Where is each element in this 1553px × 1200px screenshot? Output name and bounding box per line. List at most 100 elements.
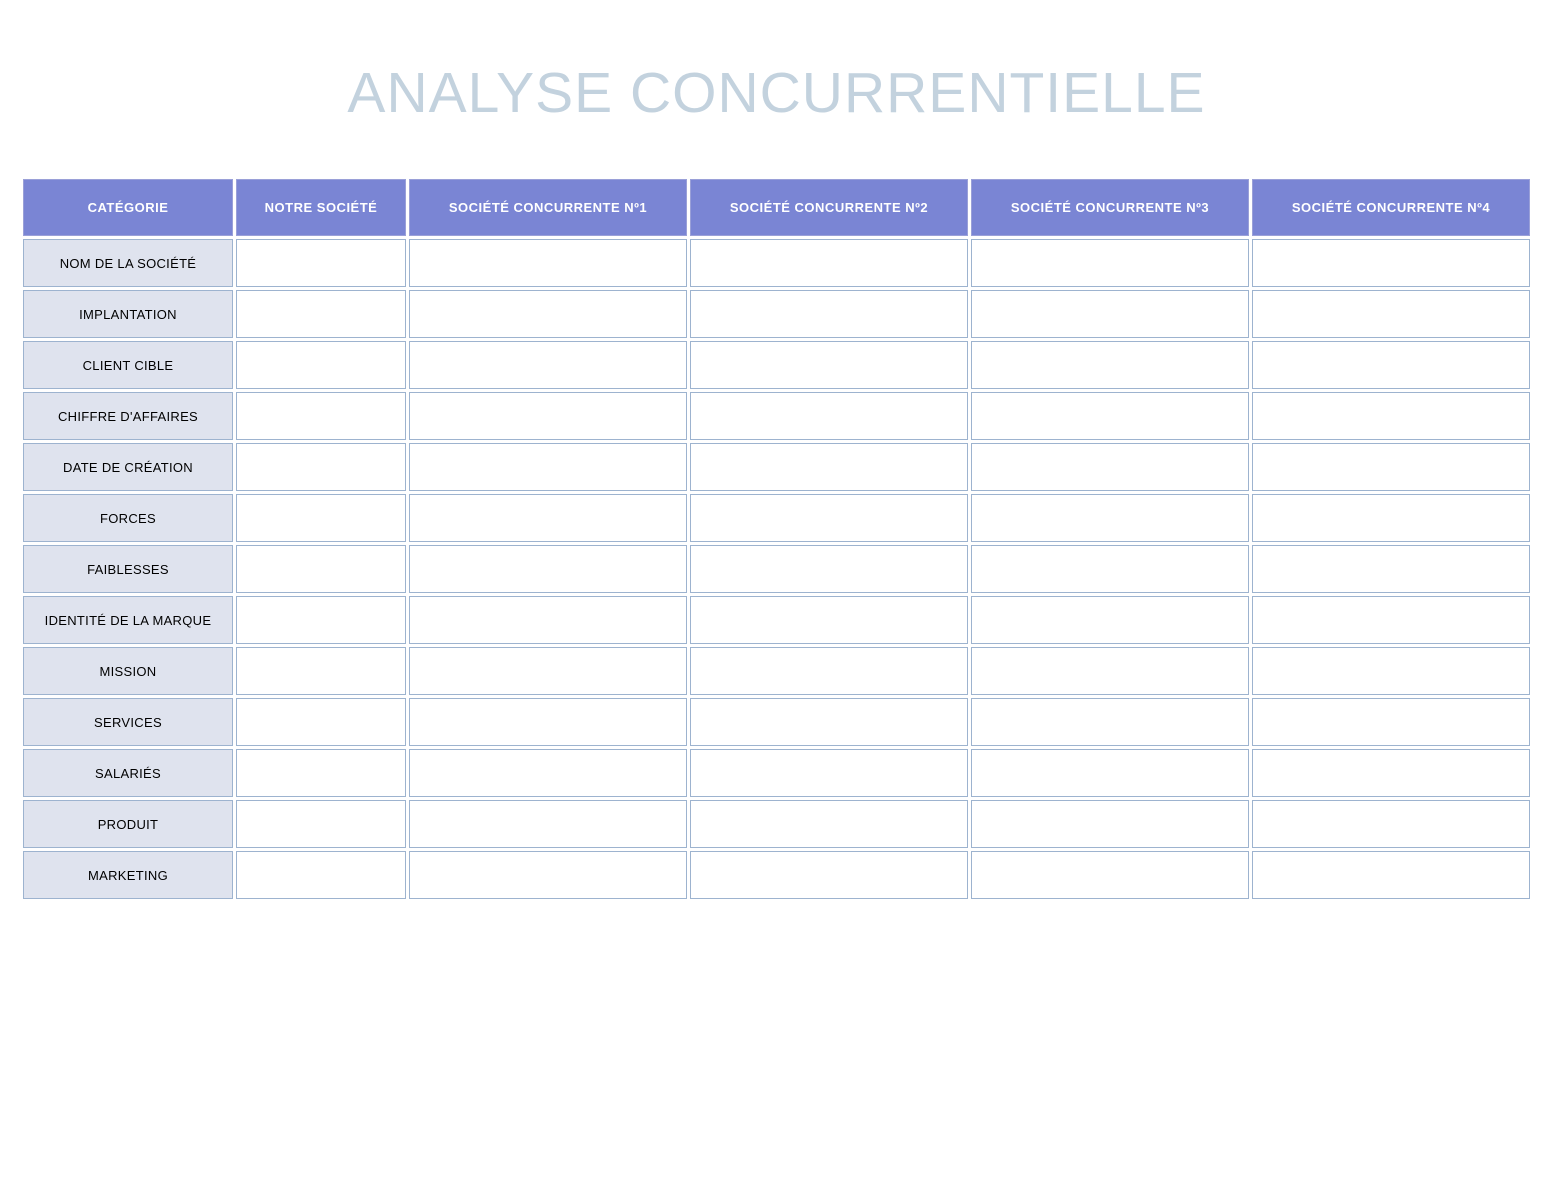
cell-ours[interactable] xyxy=(236,494,406,542)
cell-comp2[interactable] xyxy=(690,494,968,542)
document-page: ANALYSE CONCURRENTIELLE CATÉGORIE NOTRE … xyxy=(0,0,1553,942)
cell-comp3[interactable] xyxy=(971,647,1249,695)
cell-comp2[interactable] xyxy=(690,545,968,593)
cell-comp2[interactable] xyxy=(690,800,968,848)
row-label: FORCES xyxy=(23,494,233,542)
cell-ours[interactable] xyxy=(236,341,406,389)
cell-comp4[interactable] xyxy=(1252,749,1530,797)
cell-comp2[interactable] xyxy=(690,341,968,389)
cell-comp1[interactable] xyxy=(409,392,687,440)
col-header-competitor-2: SOCIÉTÉ CONCURRENTE Nº2 xyxy=(690,179,968,236)
competitive-analysis-table-wrap: CATÉGORIE NOTRE SOCIÉTÉ SOCIÉTÉ CONCURRE… xyxy=(20,176,1533,902)
table-row: PRODUIT xyxy=(23,800,1530,848)
cell-ours[interactable] xyxy=(236,443,406,491)
col-header-category: CATÉGORIE xyxy=(23,179,233,236)
cell-comp2[interactable] xyxy=(690,749,968,797)
cell-comp4[interactable] xyxy=(1252,596,1530,644)
table-header: CATÉGORIE NOTRE SOCIÉTÉ SOCIÉTÉ CONCURRE… xyxy=(23,179,1530,236)
table-row: IDENTITÉ DE LA MARQUE xyxy=(23,596,1530,644)
cell-comp2[interactable] xyxy=(690,698,968,746)
table-row: SALARIÉS xyxy=(23,749,1530,797)
cell-comp1[interactable] xyxy=(409,698,687,746)
cell-comp2[interactable] xyxy=(690,647,968,695)
cell-comp4[interactable] xyxy=(1252,341,1530,389)
cell-comp2[interactable] xyxy=(690,290,968,338)
cell-comp3[interactable] xyxy=(971,239,1249,287)
cell-comp4[interactable] xyxy=(1252,494,1530,542)
row-label: MARKETING xyxy=(23,851,233,899)
cell-comp2[interactable] xyxy=(690,596,968,644)
table-row: NOM DE LA SOCIÉTÉ xyxy=(23,239,1530,287)
cell-comp3[interactable] xyxy=(971,341,1249,389)
page-title: ANALYSE CONCURRENTIELLE xyxy=(20,60,1533,126)
cell-comp4[interactable] xyxy=(1252,392,1530,440)
cell-comp1[interactable] xyxy=(409,545,687,593)
table-header-row: CATÉGORIE NOTRE SOCIÉTÉ SOCIÉTÉ CONCURRE… xyxy=(23,179,1530,236)
cell-comp4[interactable] xyxy=(1252,647,1530,695)
cell-ours[interactable] xyxy=(236,851,406,899)
cell-comp3[interactable] xyxy=(971,494,1249,542)
table-row: FAIBLESSES xyxy=(23,545,1530,593)
cell-comp3[interactable] xyxy=(971,443,1249,491)
cell-comp3[interactable] xyxy=(971,698,1249,746)
cell-comp3[interactable] xyxy=(971,596,1249,644)
col-header-competitor-3: SOCIÉTÉ CONCURRENTE Nº3 xyxy=(971,179,1249,236)
table-row: FORCES xyxy=(23,494,1530,542)
table-row: IMPLANTATION xyxy=(23,290,1530,338)
cell-comp4[interactable] xyxy=(1252,239,1530,287)
cell-ours[interactable] xyxy=(236,698,406,746)
cell-comp4[interactable] xyxy=(1252,851,1530,899)
table-row: MARKETING xyxy=(23,851,1530,899)
row-label: DATE DE CRÉATION xyxy=(23,443,233,491)
table-row: CLIENT CIBLE xyxy=(23,341,1530,389)
cell-comp3[interactable] xyxy=(971,290,1249,338)
row-label: SERVICES xyxy=(23,698,233,746)
row-label: NOM DE LA SOCIÉTÉ xyxy=(23,239,233,287)
cell-comp1[interactable] xyxy=(409,290,687,338)
cell-comp3[interactable] xyxy=(971,545,1249,593)
cell-ours[interactable] xyxy=(236,239,406,287)
cell-comp4[interactable] xyxy=(1252,545,1530,593)
row-label: IDENTITÉ DE LA MARQUE xyxy=(23,596,233,644)
cell-comp4[interactable] xyxy=(1252,800,1530,848)
cell-comp3[interactable] xyxy=(971,851,1249,899)
cell-comp1[interactable] xyxy=(409,800,687,848)
cell-comp1[interactable] xyxy=(409,341,687,389)
row-label: PRODUIT xyxy=(23,800,233,848)
table-row: SERVICES xyxy=(23,698,1530,746)
row-label: MISSION xyxy=(23,647,233,695)
cell-comp4[interactable] xyxy=(1252,290,1530,338)
cell-comp1[interactable] xyxy=(409,749,687,797)
table-row: CHIFFRE D'AFFAIRES xyxy=(23,392,1530,440)
cell-comp3[interactable] xyxy=(971,392,1249,440)
cell-ours[interactable] xyxy=(236,596,406,644)
cell-ours[interactable] xyxy=(236,647,406,695)
cell-comp3[interactable] xyxy=(971,749,1249,797)
cell-comp1[interactable] xyxy=(409,494,687,542)
cell-comp4[interactable] xyxy=(1252,698,1530,746)
cell-ours[interactable] xyxy=(236,290,406,338)
col-header-our-company: NOTRE SOCIÉTÉ xyxy=(236,179,406,236)
cell-comp1[interactable] xyxy=(409,239,687,287)
cell-comp1[interactable] xyxy=(409,443,687,491)
cell-comp3[interactable] xyxy=(971,800,1249,848)
cell-ours[interactable] xyxy=(236,392,406,440)
cell-ours[interactable] xyxy=(236,800,406,848)
cell-comp4[interactable] xyxy=(1252,443,1530,491)
table-row: DATE DE CRÉATION xyxy=(23,443,1530,491)
cell-comp1[interactable] xyxy=(409,851,687,899)
col-header-competitor-1: SOCIÉTÉ CONCURRENTE Nº1 xyxy=(409,179,687,236)
row-label: CHIFFRE D'AFFAIRES xyxy=(23,392,233,440)
cell-comp1[interactable] xyxy=(409,596,687,644)
cell-comp2[interactable] xyxy=(690,443,968,491)
cell-ours[interactable] xyxy=(236,545,406,593)
cell-comp2[interactable] xyxy=(690,851,968,899)
col-header-competitor-4: SOCIÉTÉ CONCURRENTE Nº4 xyxy=(1252,179,1530,236)
cell-ours[interactable] xyxy=(236,749,406,797)
cell-comp2[interactable] xyxy=(690,392,968,440)
row-label: CLIENT CIBLE xyxy=(23,341,233,389)
cell-comp2[interactable] xyxy=(690,239,968,287)
row-label: FAIBLESSES xyxy=(23,545,233,593)
cell-comp1[interactable] xyxy=(409,647,687,695)
table-row: MISSION xyxy=(23,647,1530,695)
